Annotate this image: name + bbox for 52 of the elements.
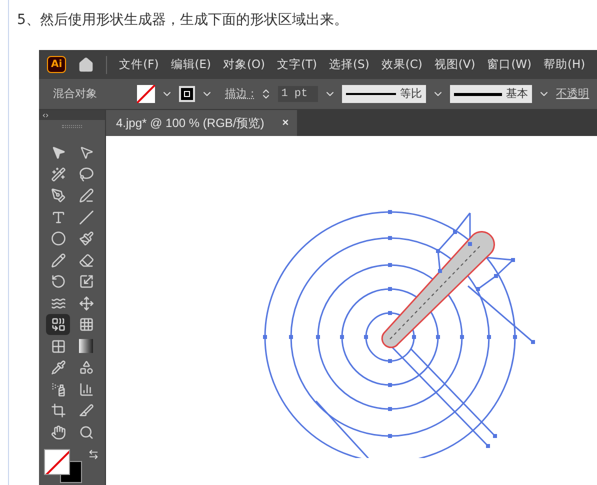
blend-icon: [78, 360, 94, 375]
object-type-label: 混合对象: [53, 86, 98, 102]
menu-item[interactable]: 文字(T): [277, 56, 318, 74]
hand-icon: [50, 424, 66, 440]
eyedropper-icon: [50, 360, 66, 375]
opacity-label: 不透明: [556, 86, 590, 102]
magic-wand-icon: [50, 166, 66, 182]
menu-item[interactable]: 视图(V): [434, 56, 476, 74]
profile-dropdown[interactable]: 等比: [342, 85, 426, 103]
menu-item[interactable]: 对象(O): [223, 56, 266, 74]
gradient-icon: [79, 339, 93, 353]
perspective-grid-icon: [78, 317, 94, 332]
document-tab[interactable]: 4.jpg* @ 100 % (RGB/预览) ×: [106, 110, 297, 136]
warp-icon: [50, 296, 66, 310]
artboard-icon: [50, 403, 66, 418]
symbol-sprayer-icon: [50, 382, 66, 396]
lasso-icon: [78, 166, 94, 182]
ellipse-icon: [50, 231, 66, 246]
scale-icon: [78, 274, 94, 289]
rotate-icon: [50, 274, 66, 289]
stroke-weight-field[interactable]: 1 pt: [278, 86, 318, 102]
menu-item[interactable]: 效果(C): [381, 56, 422, 74]
home-icon[interactable]: [78, 56, 94, 72]
tool-button[interactable]: [46, 314, 70, 335]
eraser-icon: [78, 252, 94, 268]
brush-dropdown[interactable]: 基本: [450, 85, 532, 103]
line-icon: [78, 210, 94, 224]
stroke-swatch[interactable]: [179, 86, 195, 102]
instruction-text: 5、然后使用形状生成器，生成下面的形状区域出来。: [16, 11, 349, 30]
fill-swatch[interactable]: [137, 85, 155, 103]
zoom-icon: [78, 424, 94, 440]
close-tab-button[interactable]: ×: [282, 114, 289, 132]
panel-grip: [62, 125, 82, 128]
bar-graph-icon: [78, 382, 94, 396]
direct-selection-icon: [78, 145, 94, 160]
brush-icon: [78, 231, 94, 246]
menu-item[interactable]: 窗口(W): [487, 56, 532, 74]
document-title: 4.jpg* @ 100 % (RGB/预览): [116, 115, 264, 132]
stroke-label: 描边 :: [225, 86, 254, 102]
menu-item[interactable]: 文件(F): [119, 56, 159, 74]
menu-item[interactable]: 选择(S): [329, 56, 370, 74]
app-logo: Ai: [47, 56, 66, 73]
slice-icon: [78, 403, 94, 418]
menu-item[interactable]: 编辑(E): [170, 56, 212, 74]
pen-icon: [50, 188, 66, 203]
type-icon: [50, 210, 66, 224]
free-transform-icon: [78, 296, 94, 310]
menu-item[interactable]: 帮助(H): [544, 56, 586, 74]
selection-arrow-icon: [50, 145, 66, 160]
swap-icon[interactable]: [88, 448, 99, 460]
mesh-icon: [50, 338, 66, 354]
fill-stroke-swatches[interactable]: [44, 448, 84, 480]
